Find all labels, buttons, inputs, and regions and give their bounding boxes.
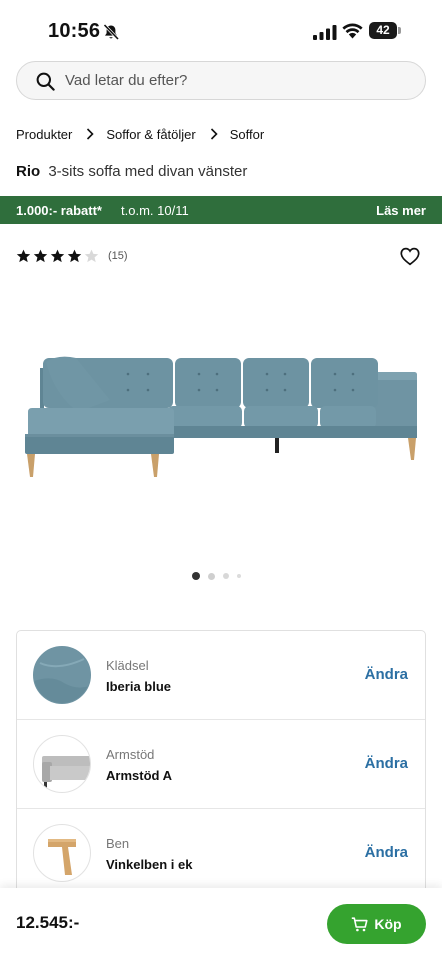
image-carousel-dots[interactable] <box>192 572 249 580</box>
promo-banner: 1.000:- rabatt* t.o.m. 10/11 Läs mer <box>0 196 442 224</box>
cellular-signal-icon <box>313 25 337 40</box>
search-bar[interactable] <box>16 61 426 100</box>
carousel-dot[interactable] <box>208 572 215 580</box>
star-filled-icon <box>50 249 65 263</box>
product-image[interactable] <box>18 340 424 488</box>
breadcrumb-item-produkter[interactable]: Produkter <box>16 127 72 142</box>
product-brand: Rio <box>16 163 41 180</box>
chevron-right-icon <box>210 128 218 140</box>
config-label: Armstöd <box>106 747 155 762</box>
rating[interactable]: (15) <box>16 248 128 264</box>
breadcrumb-item-soffor-fatoljer[interactable]: Soffor & fåtöljer <box>106 127 195 142</box>
star-filled-icon <box>16 249 31 263</box>
product-description: 3-sits soffa med divan vänster <box>48 163 248 180</box>
config-value: Vinkelben i ek <box>106 857 193 872</box>
carousel-dot[interactable] <box>223 573 229 579</box>
status-bar: 10:56 42 <box>0 0 442 58</box>
shopping-cart-icon <box>352 916 368 931</box>
search-input[interactable] <box>65 62 405 99</box>
chevron-right-icon <box>87 128 95 140</box>
rating-stars <box>16 249 101 263</box>
bell-muted-icon <box>103 23 120 41</box>
change-legs-button[interactable]: Ändra <box>365 844 408 861</box>
status-time: 10:56 <box>48 20 101 42</box>
config-value: Iberia blue <box>106 679 172 694</box>
buy-button-label: Köp <box>374 916 402 932</box>
read-more-link[interactable]: Läs mer <box>376 203 426 218</box>
promo-date: t.o.m. 10/11 <box>121 203 189 218</box>
armrest-icon <box>33 735 91 793</box>
config-row-legs[interactable]: Ben Vinkelben i ek Ändra <box>17 809 425 898</box>
battery-indicator: 42 <box>369 22 401 39</box>
star-filled-icon <box>67 249 82 263</box>
star-empty-icon <box>84 249 99 263</box>
breadcrumb: Produkter Soffor & fåtöljer Soffor <box>16 126 264 142</box>
buy-button[interactable]: Köp <box>327 904 426 944</box>
review-count: (15) <box>108 250 128 262</box>
wifi-icon <box>342 23 363 39</box>
change-upholstery-button[interactable]: Ändra <box>365 666 408 683</box>
search-icon <box>36 72 55 91</box>
config-row-upholstery[interactable]: Klädsel Iberia blue Ändra <box>17 631 425 720</box>
change-armrest-button[interactable]: Ändra <box>365 755 408 772</box>
heart-icon[interactable] <box>400 247 420 266</box>
configuration-options: Klädsel Iberia blue Ändra Armstöd Armstö… <box>16 630 426 920</box>
config-label: Klädsel <box>106 658 149 673</box>
config-label: Ben <box>106 836 130 851</box>
config-row-armrest[interactable]: Armstöd Armstöd A Ändra <box>17 720 425 809</box>
battery-level: 42 <box>376 23 390 37</box>
purchase-bar: 12.545:- Köp <box>0 888 442 960</box>
carousel-dot[interactable] <box>237 574 241 578</box>
breadcrumb-item-soffor[interactable]: Soffor <box>230 127 264 142</box>
battery-tip <box>398 27 401 34</box>
config-value: Armstöd A <box>106 768 172 783</box>
product-title: Rio 3-sits soffa med divan vänster <box>16 163 247 180</box>
fabric-swatch-icon <box>33 646 91 704</box>
carousel-dot[interactable] <box>192 572 200 580</box>
promo-discount: 1.000:- rabatt* <box>16 203 102 218</box>
oak-leg-icon <box>33 824 91 882</box>
star-filled-icon <box>33 249 48 263</box>
product-price: 12.545:- <box>16 913 80 932</box>
